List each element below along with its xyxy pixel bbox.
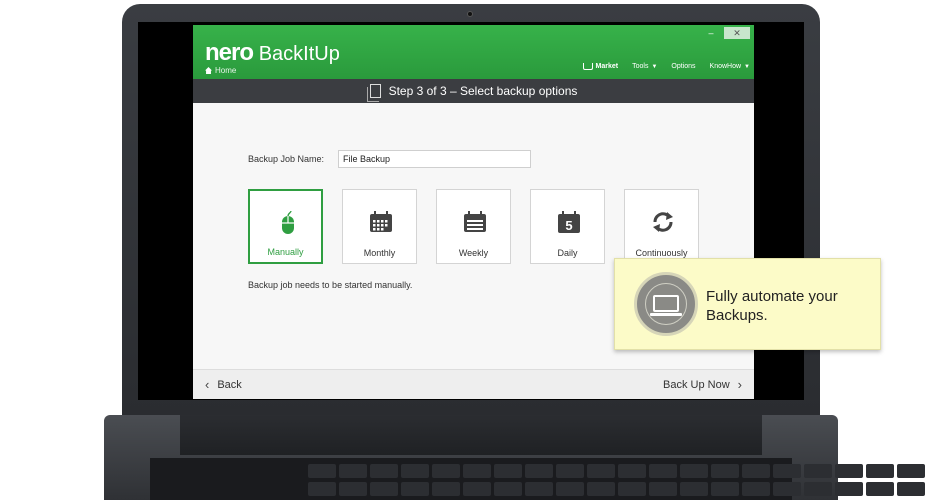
keyboard-row: [308, 482, 925, 496]
option-label: Daily: [557, 248, 578, 258]
nav-market-label: Market: [595, 63, 619, 70]
mouse-icon: [282, 211, 294, 234]
nav-options-label: Options: [671, 63, 696, 70]
option-manually[interactable]: Manually: [248, 189, 323, 264]
home-link[interactable]: Home: [205, 66, 236, 75]
option-label: Weekly: [458, 248, 489, 258]
keyboard: [150, 458, 925, 500]
calendar-day-icon: 5: [558, 211, 580, 233]
close-button[interactable]: ✕: [724, 27, 750, 39]
chevron-left-icon: ‹: [205, 377, 210, 392]
option-monthly[interactable]: Monthly: [342, 189, 417, 264]
nav-market[interactable]: Market: [582, 63, 619, 70]
option-continuously[interactable]: Continuously: [624, 189, 699, 264]
feature-callout: Fully automate your Backups.: [614, 258, 881, 350]
nav-knowhow-label: KnowHow: [709, 63, 742, 70]
webcam: [467, 11, 473, 17]
step-bar: Step 3 of 3 – Select backup options: [193, 79, 754, 103]
option-label: Monthly: [363, 248, 396, 258]
nav-options[interactable]: Options: [671, 63, 695, 70]
caret-down-icon: ▼: [651, 63, 658, 70]
callout-text: Fully automate your Backups.: [706, 288, 838, 324]
logo-product: BackItUp: [258, 43, 340, 65]
calendar-week-icon: [464, 211, 486, 232]
app-logo: nero BackItUp: [205, 39, 340, 67]
back-button[interactable]: ‹ Back: [205, 377, 242, 392]
refresh-icon: [653, 212, 673, 232]
laptop-hinge: [180, 415, 762, 455]
document-icon: [366, 84, 381, 102]
laptop-icon: [650, 295, 682, 316]
schedule-description: Backup job needs to be started manually.: [248, 280, 413, 290]
option-label: Manually: [267, 247, 304, 257]
nav-tools-label: Tools: [632, 63, 649, 70]
home-label: Home: [215, 66, 237, 75]
home-icon: [205, 67, 212, 74]
caret-down-icon: ▼: [744, 63, 750, 70]
chevron-right-icon: ›: [737, 377, 742, 392]
minimize-button[interactable]: –: [698, 27, 724, 39]
keyboard-row: [308, 464, 925, 478]
logo-main: nero: [205, 39, 254, 66]
basket-icon: [582, 63, 593, 70]
job-name-label: Backup Job Name:: [248, 154, 325, 164]
nav-tools[interactable]: Tools ▼: [632, 63, 657, 70]
window-controls: – ✕: [698, 27, 750, 39]
option-daily[interactable]: 5 Daily: [530, 189, 605, 264]
day-number: 5: [565, 218, 572, 233]
step-title: Step 3 of 3 – Select backup options: [388, 84, 578, 98]
calendar-month-icon: [370, 211, 392, 232]
option-weekly[interactable]: Weekly: [436, 189, 511, 264]
back-label: Back: [217, 378, 242, 391]
top-nav: Market Tools ▼ Options KnowHow ▼: [582, 63, 750, 70]
nav-knowhow[interactable]: KnowHow ▼: [710, 63, 750, 70]
back-up-now-button[interactable]: Back Up Now ›: [663, 377, 742, 392]
computer-badge-icon: [634, 272, 698, 336]
job-name-input[interactable]: [338, 150, 531, 168]
schedule-options: Manually Monthly Weekly 5 Daily Continuo…: [248, 189, 699, 264]
wizard-footer: ‹ Back Back Up Now ›: [193, 369, 754, 399]
next-label: Back Up Now: [663, 378, 730, 391]
option-label: Continuously: [635, 248, 688, 258]
app-header: nero BackItUp Home – ✕ Market Tools ▼ Op…: [193, 25, 754, 79]
